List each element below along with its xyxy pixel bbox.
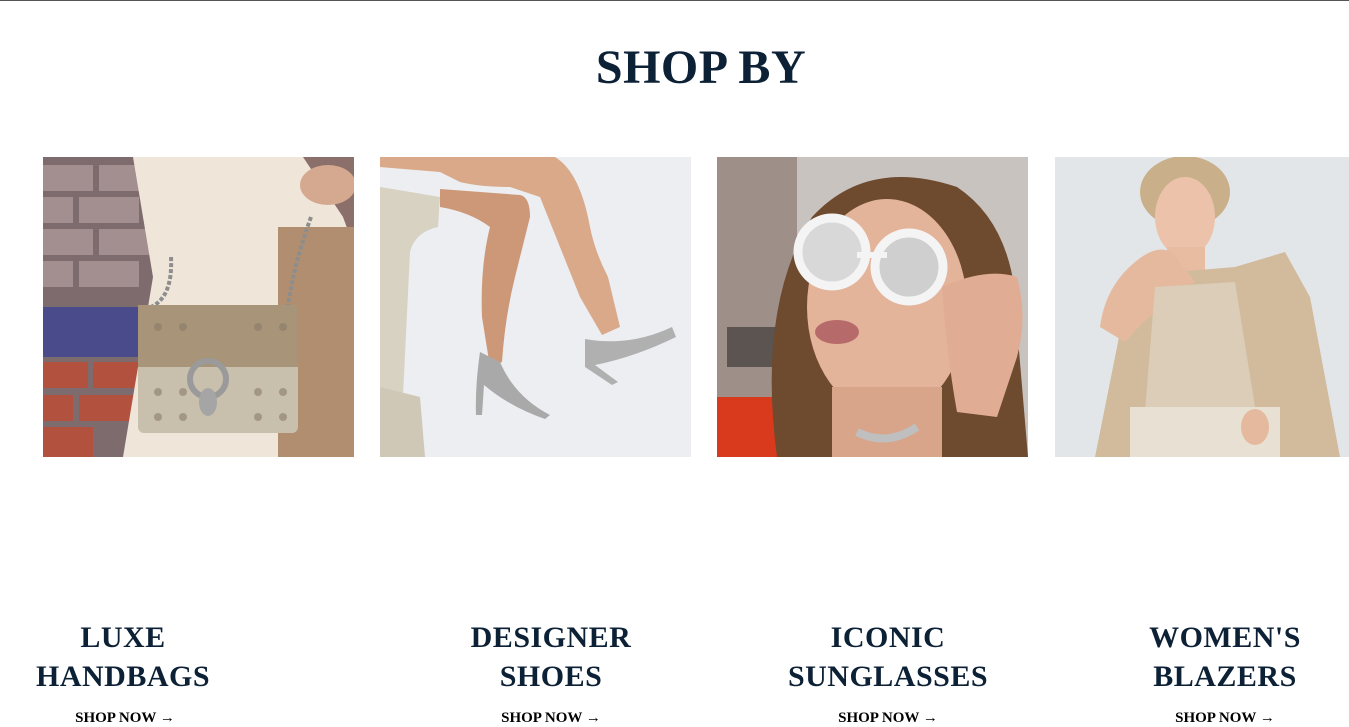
sunglasses-shop-now-link[interactable]: SHOP NOW → [762,710,1014,727]
shoes-shop-now-link[interactable]: SHOP NOW → [425,710,677,727]
blazers-shop-now-link[interactable]: SHOP NOW → [1100,710,1349,727]
blazers-image[interactable] [1055,157,1349,457]
category-card-shoes[interactable]: DESIGNER SHOES SHOP NOW → [380,157,691,726]
shoes-title: DESIGNER SHOES [470,621,632,693]
category-card-sunglasses[interactable]: ICONIC SUNGLASSES SHOP NOW → [717,157,1028,726]
category-card-blazers[interactable]: WOMEN'S BLAZERS SHOP NOW → [1055,157,1349,726]
handbags-image[interactable] [43,157,354,457]
handbags-title: LUXE HANDBAGS [35,621,211,693]
blazers-title: WOMEN'S BLAZERS [1149,621,1301,693]
sunglasses-title: ICONIC SUNGLASSES [787,621,989,693]
shoes-image[interactable] [380,157,691,457]
section-title: SHOP BY [595,41,807,94]
sunglasses-image[interactable] [717,157,1028,457]
category-card-handbags[interactable]: LUXE HANDBAGS SHOP NOW → [36,157,354,726]
top-divider [0,0,1349,1]
handbags-shop-now-link[interactable]: SHOP NOW → [0,710,250,727]
